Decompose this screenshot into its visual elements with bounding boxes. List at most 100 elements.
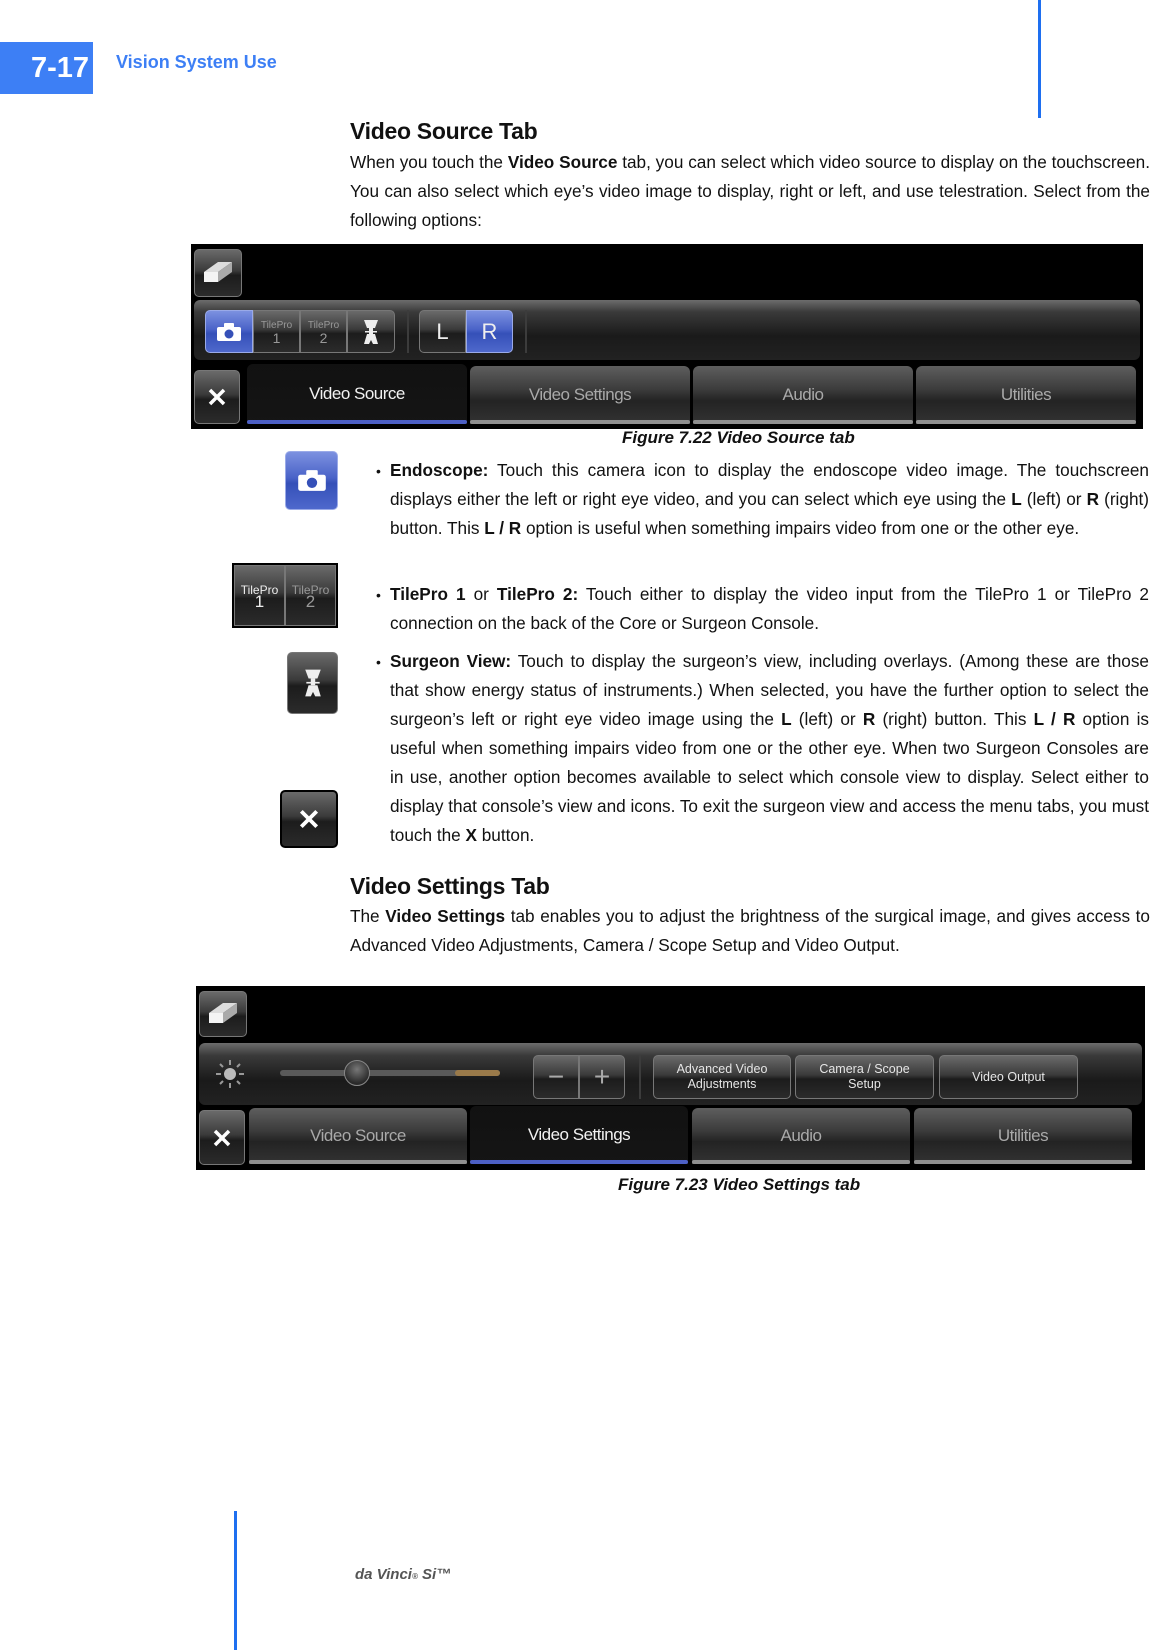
figure-caption: Figure 7.23 Video Settings tab <box>618 1175 861 1194</box>
brightness-slider-thumb[interactable] <box>344 1060 370 1086</box>
video-output-button[interactable]: Video Output <box>939 1055 1078 1099</box>
figure-video-source-tab: TilePro 1 TilePro 2 L R Video Source Video… <box>191 244 1143 429</box>
brightness-increase-button[interactable]: + <box>579 1055 625 1099</box>
brightness-decrease-button[interactable]: − <box>533 1055 579 1099</box>
text: (left) or <box>791 709 863 729</box>
close-icon <box>208 388 226 406</box>
tab-video-source[interactable]: Video Source <box>249 1108 467 1164</box>
figure-video-settings-tab: − + Advanced Video Adjustments Camera / S… <box>196 986 1145 1170</box>
tab-video-settings[interactable]: Video Settings <box>470 1106 688 1164</box>
close-icon <box>213 1129 231 1146</box>
tab-utilities[interactable]: Utilities <box>914 1108 1132 1164</box>
camera-scope-setup-button[interactable]: Camera / Scope Setup <box>795 1055 934 1099</box>
text: (right) button. This <box>875 709 1034 729</box>
close-button[interactable] <box>194 370 240 424</box>
eraser-icon <box>209 1003 237 1023</box>
tab-utilities[interactable]: Utilities <box>916 366 1136 424</box>
tilepro-1-label: TilePro 1 <box>260 319 293 346</box>
separator <box>525 310 527 353</box>
tab-indicator <box>247 420 467 424</box>
button-label: Camera / Scope Setup <box>819 1062 910 1091</box>
bold-term: TilePro 2: <box>496 584 579 604</box>
text: option is useful when something impairs … <box>521 518 1080 538</box>
tab-video-source[interactable]: Video Source <box>247 364 467 424</box>
text: The <box>350 906 386 926</box>
chapter-title: Vision System Use <box>116 52 277 72</box>
left-eye-button[interactable]: L <box>419 310 466 353</box>
bold-term: L <box>1011 489 1022 509</box>
tab-indicator <box>470 1160 688 1164</box>
text: or <box>465 584 497 604</box>
bullet-term: TilePro 1 <box>390 584 466 604</box>
tilepro-1-icon-label: TilePro 1 <box>240 582 279 611</box>
tab-indicator <box>693 420 913 424</box>
right-eye-button[interactable]: R <box>466 310 513 353</box>
close-icon <box>299 809 319 829</box>
bullet-marker: • <box>376 587 381 603</box>
button-label: Video Output <box>972 1069 1045 1084</box>
surgeon-view-icon <box>364 319 378 344</box>
bullet-marker: • <box>376 463 381 479</box>
bold-term: L / R <box>1033 709 1076 729</box>
close-button[interactable] <box>199 1110 245 1165</box>
camera-icon <box>217 322 241 341</box>
eraser-button[interactable] <box>199 991 247 1037</box>
bullet-surgeon-view: Surgeon View: Touch to display the surge… <box>390 647 1149 850</box>
tilepro-1-button[interactable]: TilePro 1 <box>253 310 300 353</box>
text: When you touch the <box>350 152 508 172</box>
surgeon-view-icon-illustration <box>287 652 338 714</box>
bold-term: L <box>781 709 792 729</box>
tab-video-settings[interactable]: Video Settings <box>470 366 690 424</box>
endoscope-icon-illustration <box>285 451 338 510</box>
tab-label: Video Source <box>310 1126 406 1145</box>
button-label: Advanced Video Adjustments <box>676 1062 768 1091</box>
tilepro-1-icon: TilePro 1 <box>234 565 285 626</box>
tab-label: Video Source <box>309 384 405 403</box>
section-intro-video-settings: The Video Settings tab enables you to ad… <box>350 902 1150 960</box>
tab-audio[interactable]: Audio <box>693 366 913 424</box>
header-divider <box>1038 0 1041 118</box>
bold-term: L / R <box>484 518 522 538</box>
footer-divider <box>234 1511 237 1650</box>
tilepro-icon-illustration: TilePro 1 TilePro 2 <box>232 563 338 628</box>
bold-term: Video Source <box>507 152 618 172</box>
tab-label: Audio <box>780 1126 822 1145</box>
eraser-button[interactable] <box>194 249 242 297</box>
separator <box>639 1055 641 1099</box>
brightness-icon <box>216 1060 244 1088</box>
footer-brand: da Vinci® Si™ <box>355 1566 452 1583</box>
bullet-tilepro: TilePro 1 or TilePro 2: Touch either to … <box>390 580 1149 638</box>
bullet-term: Surgeon View: <box>390 651 512 671</box>
tab-indicator <box>249 1160 467 1164</box>
tab-indicator <box>914 1160 1132 1164</box>
bold-term: Video Settings <box>385 906 506 926</box>
plus-icon: + <box>593 1061 611 1092</box>
tab-label: Video Settings <box>528 385 632 404</box>
close-icon-illustration <box>280 790 338 848</box>
tab-label: Utilities <box>1000 385 1052 404</box>
left-eye-label: L <box>436 318 449 344</box>
bold-term: R <box>862 709 876 729</box>
camera-icon <box>297 470 326 491</box>
text: button. <box>476 825 535 845</box>
section-heading-video-source: Video Source Tab <box>350 118 538 144</box>
advanced-video-adjustments-button[interactable]: Advanced Video Adjustments <box>653 1055 791 1099</box>
bullet-endoscope: Endoscope: Touch this camera icon to dis… <box>390 456 1149 543</box>
eraser-icon <box>204 262 232 282</box>
text: (left) or <box>1021 489 1087 509</box>
tab-label: Video Settings <box>527 1125 631 1144</box>
tilepro-2-icon-label: TilePro 2 <box>291 582 330 611</box>
right-eye-label: R <box>481 318 498 344</box>
section-intro-video-source: When you touch the Video Source tab, you… <box>350 148 1150 235</box>
tab-label: Audio <box>782 385 824 404</box>
tab-indicator <box>916 420 1136 424</box>
surgeon-view-button[interactable] <box>347 310 395 353</box>
tab-audio[interactable]: Audio <box>692 1108 910 1164</box>
tilepro-2-button[interactable]: TilePro 2 <box>300 310 347 353</box>
tilepro-2-icon: TilePro 2 <box>285 565 336 626</box>
tab-label: Utilities <box>997 1126 1049 1145</box>
figure-caption: Figure 7.22 Video Source tab <box>622 428 855 447</box>
brightness-slider-track[interactable] <box>280 1060 500 1086</box>
endoscope-button[interactable] <box>205 310 253 353</box>
bold-term: X <box>465 825 477 845</box>
